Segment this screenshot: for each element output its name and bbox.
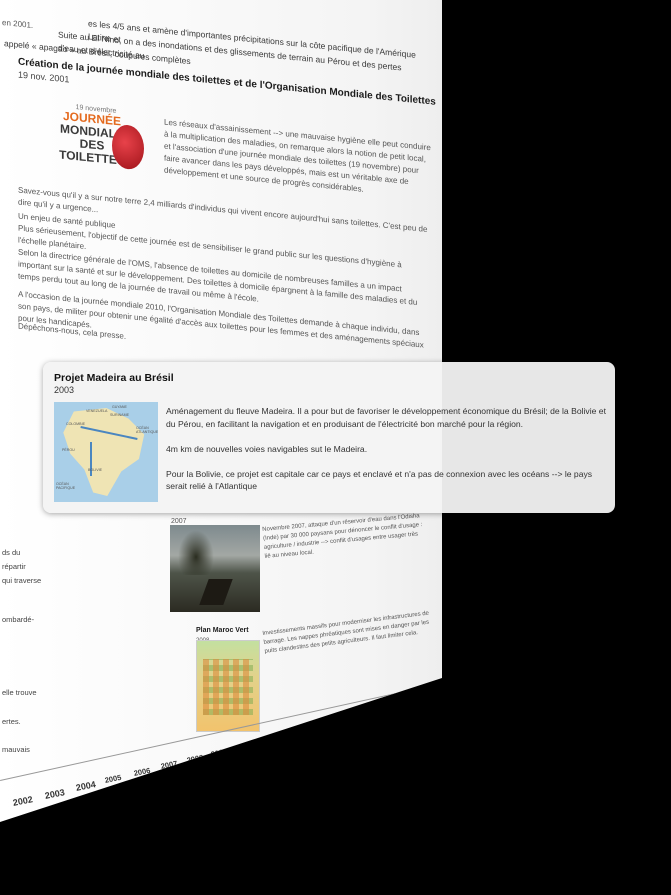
card-title: Projet Madeira au Brésil: [54, 372, 174, 384]
map-label: VENEZUELA: [86, 409, 108, 413]
map-label: PÉROU: [62, 448, 75, 452]
map-label: GUYANE: [112, 405, 127, 409]
brazil-map-thumbnail[interactable]: VENEZUELA GUYANE SURINAME COLOMBIE PÉROU…: [54, 402, 158, 502]
year-tick[interactable]: 2017: [375, 705, 393, 717]
map-label: OCÉAN PACIFIQUE: [56, 482, 76, 490]
year-tick[interactable]: 2005: [104, 773, 122, 785]
year-tick[interactable]: 2004: [75, 779, 97, 793]
year-tick[interactable]: 2015: [339, 714, 357, 726]
year-tick[interactable]: 2008: [186, 753, 204, 765]
year-tick[interactable]: 2002: [12, 794, 34, 808]
card-paragraph: Aménagement du fleuve Madeira. Il a pour…: [166, 406, 606, 429]
year-tick[interactable]: 2011: [257, 735, 275, 747]
year-tick[interactable]: 2013: [299, 724, 317, 736]
year-tick[interactable]: 2009: [210, 747, 228, 759]
year-tick[interactable]: 2020: [423, 692, 441, 704]
year-tick[interactable]: 2007: [160, 759, 178, 771]
year-tick[interactable]: 2012: [278, 730, 296, 742]
map-label: SURINAME: [110, 413, 129, 417]
card-year: 2003: [54, 385, 75, 395]
year-tick[interactable]: 2003: [44, 787, 66, 801]
event-card-madeira[interactable]: Projet Madeira au Brésil 2003 VENEZUELA …: [43, 362, 615, 513]
map-label: COLOMBIE: [66, 422, 85, 426]
map-label: BOLIVIE: [88, 468, 102, 472]
year-tick[interactable]: 2010: [234, 741, 252, 753]
card-paragraph: Pour la Bolivie, ce projet est capitale …: [166, 468, 593, 492]
year-tick[interactable]: 2016: [357, 709, 375, 721]
map-label: OCÉAN ATLANTIQUE: [136, 426, 158, 434]
card-paragraph: 4m km de nouvelles voies navigables sut …: [166, 443, 368, 454]
year-tick[interactable]: 2019: [408, 696, 426, 708]
card-description: Aménagement du fleuve Madeira. Il a pour…: [166, 405, 606, 505]
year-tick[interactable]: 2018: [392, 700, 410, 712]
year-tick[interactable]: 2014: [319, 719, 337, 731]
year-tick[interactable]: 2006: [133, 766, 151, 778]
